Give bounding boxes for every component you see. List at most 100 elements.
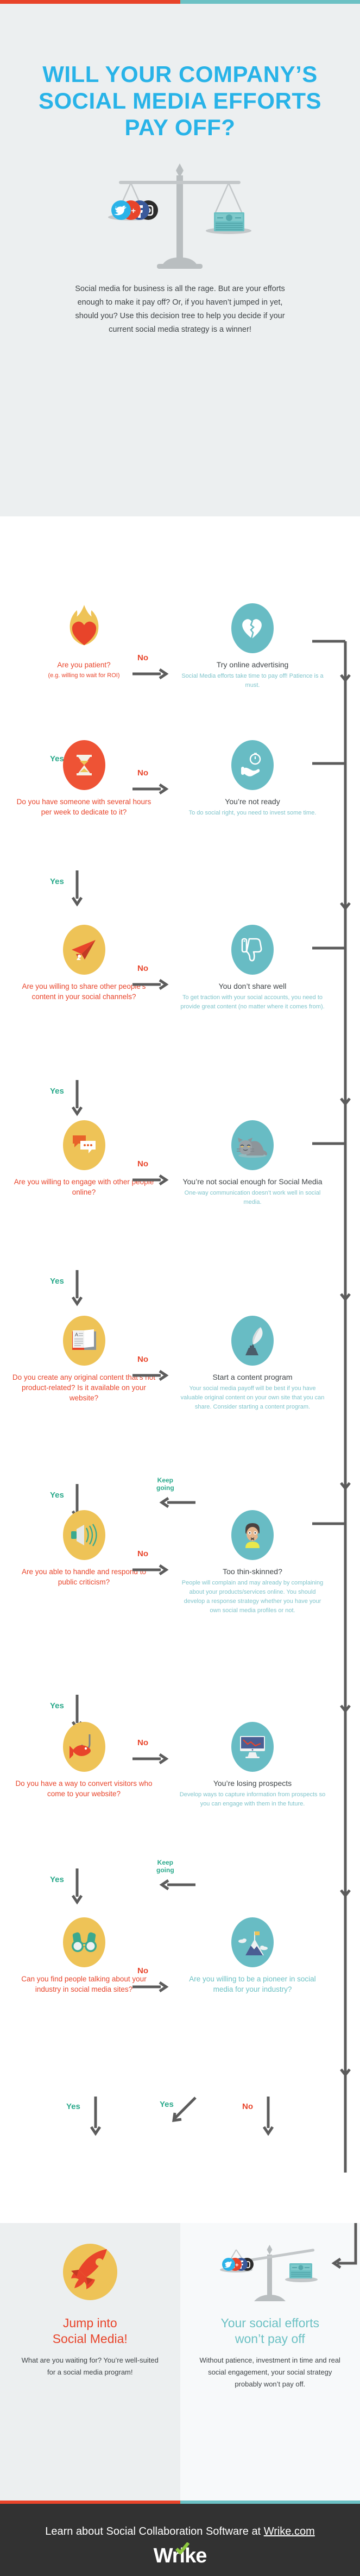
answer-body: Develop ways to capture information from… bbox=[179, 1791, 326, 1807]
question-card-content: A Do you create any original content tha… bbox=[12, 1316, 156, 1403]
answer-title: You’re not ready bbox=[225, 797, 280, 806]
answer-card-thin-skinned: Too thin-skinned? People will complain a… bbox=[179, 1510, 326, 1615]
question-text: Do you have someone with several hours p… bbox=[16, 798, 151, 816]
branch-label-no: No bbox=[137, 1966, 148, 1975]
answer-title: Are you willing to be a pioneer in socia… bbox=[189, 1975, 316, 1993]
arrow-no-right bbox=[132, 1753, 169, 1765]
branch-label-yes-left: Yes bbox=[66, 2102, 80, 2111]
results-section: Jump into Social Media! What are you wai… bbox=[0, 2223, 360, 2501]
arrow-no-right bbox=[132, 1981, 169, 1993]
branch-label-no: No bbox=[137, 964, 148, 973]
answer-body: To get traction with your social account… bbox=[180, 994, 325, 1010]
arrow-final-no-down bbox=[262, 2097, 274, 2136]
declining-chart-monitor-icon bbox=[231, 1722, 274, 1772]
branch-label-yes: Yes bbox=[50, 877, 64, 886]
result-title-positive-line-1: Jump into bbox=[62, 2316, 117, 2330]
branch-label-no-final: No bbox=[242, 2102, 253, 2111]
answer-card-pioneer: Are you willing to be a pioneer in socia… bbox=[179, 1917, 326, 1994]
result-title-positive: Jump into Social Media! bbox=[0, 2315, 180, 2347]
keep-going-line-1: Keep bbox=[157, 1476, 173, 1484]
answer-card-try-online-advertising: Try online advertising Social Media effo… bbox=[179, 603, 326, 690]
hero-section: WILL YOUR COMPANY’S SOCIAL MEDIA EFFORTS… bbox=[0, 4, 360, 516]
result-title-negative-line-1: Your social efforts bbox=[220, 2316, 320, 2330]
keep-going-line-2: going bbox=[156, 1866, 174, 1874]
arrow-keep-going-left bbox=[159, 1497, 195, 1508]
answer-card-dont-share-well: You don’t share well To get traction wit… bbox=[179, 925, 326, 1012]
paper-plane-icon bbox=[62, 925, 105, 975]
open-book-icon: A bbox=[62, 1316, 105, 1366]
quill-and-inkwell-icon bbox=[231, 1316, 274, 1366]
answer-body: To do social right, you need to invest s… bbox=[188, 810, 317, 816]
hand-holding-stopwatch-icon bbox=[231, 740, 274, 790]
arrow-no-right bbox=[132, 978, 169, 990]
footer-cta-link[interactable]: Wrike.com bbox=[264, 2526, 315, 2537]
keep-going-line-1: Keep bbox=[157, 1859, 173, 1866]
intro-paragraph: Social media for business is all the rag… bbox=[66, 282, 294, 337]
result-title-negative: Your social efforts won’t pay off bbox=[180, 2315, 360, 2347]
top-accent-teal bbox=[180, 0, 360, 4]
branch-label-no: No bbox=[137, 1549, 148, 1558]
arrow-final-yes-left bbox=[90, 2097, 102, 2136]
branch-label-no: No bbox=[137, 1738, 148, 1747]
arrow-no-right bbox=[132, 783, 169, 795]
megaphone-icon bbox=[62, 1510, 105, 1560]
speech-bubbles-icon bbox=[62, 1120, 105, 1170]
answer-card-content-program: Start a content program Your social medi… bbox=[179, 1316, 326, 1412]
answer-body: One-way communication doesn’t work well … bbox=[184, 1190, 321, 1205]
top-accent-bar bbox=[0, 0, 360, 4]
branch-label-yes: Yes bbox=[50, 1277, 64, 1286]
branch-label-no: No bbox=[137, 1355, 148, 1364]
result-title-positive-line-2: Social Media! bbox=[52, 2332, 128, 2346]
answer-title: You’re not social enough for Social Medi… bbox=[182, 1177, 323, 1186]
answer-card-not-social-enough: You’re not social enough for Social Medi… bbox=[179, 1120, 326, 1207]
branch-label-no: No bbox=[137, 768, 148, 778]
answer-title: Too thin-skinned? bbox=[223, 1567, 282, 1576]
answer-body: Your social media payoff will be best if… bbox=[180, 1385, 325, 1410]
rocket-icon bbox=[0, 2242, 180, 2306]
question-card-time: Do you have someone with several hours p… bbox=[12, 740, 156, 817]
arrow-no-right bbox=[132, 1564, 169, 1576]
crying-face-icon bbox=[231, 1510, 274, 1560]
branch-label-no: No bbox=[137, 653, 148, 662]
answer-card-not-ready: You’re not ready To do social right, you… bbox=[179, 740, 326, 818]
answer-card-losing-prospects: You’re losing prospects Develop ways to … bbox=[179, 1722, 326, 1809]
wrike-check-icon bbox=[175, 2542, 190, 2554]
branch-label-yes: Yes bbox=[50, 1875, 64, 1884]
arrow-no-right bbox=[132, 1369, 169, 1381]
arrow-keep-going-left bbox=[159, 1879, 195, 1891]
arrow-yes-down bbox=[71, 870, 83, 907]
decision-tree: Are you patient? (e.g. willing to wait f… bbox=[0, 516, 360, 2223]
broken-heart-icon bbox=[231, 603, 274, 653]
grumpy-cat-icon bbox=[231, 1120, 274, 1170]
flaming-heart-icon bbox=[63, 603, 105, 653]
page-title-line-2: SOCIAL MEDIA EFFORTS bbox=[38, 88, 321, 113]
answer-body: Social Media efforts take time to pay of… bbox=[181, 673, 324, 689]
arrow-final-yes-diagonal bbox=[172, 2097, 197, 2122]
footer: Learn about Social Collaboration Softwar… bbox=[0, 2504, 360, 2576]
branch-label-keep-going: Keep going bbox=[156, 1859, 174, 1874]
wrike-logo[interactable]: Wrike bbox=[154, 2542, 207, 2568]
branch-label-yes: Yes bbox=[50, 1701, 64, 1710]
branch-label-yes: Yes bbox=[50, 1087, 64, 1096]
hourglass-icon bbox=[62, 740, 105, 790]
footer-cta: Learn about Social Collaboration Softwar… bbox=[0, 2504, 360, 2538]
svg-text:A: A bbox=[75, 1332, 78, 1337]
page-title: WILL YOUR COMPANY’S SOCIAL MEDIA EFFORTS… bbox=[28, 4, 332, 141]
result-title-negative-line-2: won’t pay off bbox=[235, 2332, 305, 2346]
branch-label-yes: Yes bbox=[50, 1491, 64, 1500]
result-panel-positive: Jump into Social Media! What are you wai… bbox=[0, 2223, 180, 2501]
footer-cta-prefix: Learn about Social Collaboration Softwar… bbox=[45, 2526, 264, 2537]
answer-title: You don’t share well bbox=[218, 982, 287, 990]
intro-text: Social media for business is all the rag… bbox=[75, 285, 285, 334]
arrow-no-right bbox=[132, 668, 169, 680]
answer-title: Start a content program bbox=[212, 1373, 293, 1381]
answer-title: Try online advertising bbox=[216, 660, 289, 669]
top-accent-red bbox=[0, 0, 180, 4]
mountain-flag-icon bbox=[231, 1917, 274, 1967]
arrow-yes-down bbox=[71, 1080, 83, 1116]
page-title-line-1: WILL YOUR COMPANY’S bbox=[42, 61, 318, 87]
branch-label-no: No bbox=[137, 1159, 148, 1169]
balance-scale-illustration: g+ bbox=[0, 154, 360, 270]
answer-title: You’re losing prospects bbox=[213, 1779, 292, 1788]
page-title-line-3: PAY OFF? bbox=[124, 115, 236, 140]
